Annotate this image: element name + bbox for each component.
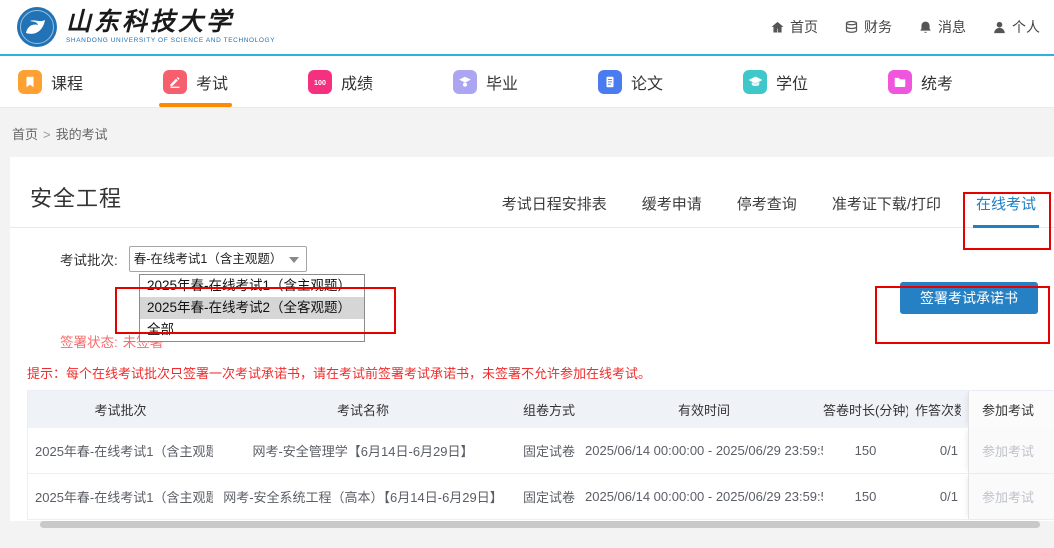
batch-filter-label: 考试批次: <box>60 249 118 269</box>
col-header-attempts: 作答次数 <box>915 400 961 419</box>
score-100-icon: 100 <box>308 70 332 94</box>
unified-exam-folder-icon <box>888 70 912 94</box>
col-header-valid-time: 有效时间 <box>585 400 823 419</box>
content-area: 首页 > 我的考试 安全工程 考试日程安排表 缓考申请 停考查询 准考证下载/打印 … <box>0 108 1054 548</box>
exam-pencil-icon <box>163 70 187 94</box>
cell-exam-name: 网考-安全系统工程（高本）【6月14日-6月29日】 <box>213 487 513 506</box>
col-header-batch: 考试批次 <box>28 400 213 419</box>
breadcrumb: 首页 > 我的考试 <box>0 108 1054 143</box>
bell-icon <box>918 20 933 35</box>
horizontal-scrollbar[interactable] <box>40 521 1040 528</box>
batch-option-2[interactable]: 2025年春-在线考试2（全客观题） <box>140 297 364 319</box>
degree-cap-icon <box>743 70 767 94</box>
breadcrumb-current: 我的考试 <box>56 127 108 142</box>
tab-unified-exam[interactable]: 统考 <box>888 56 1033 107</box>
cell-valid-time: 2025/06/14 00:00:00 - 2025/06/29 23:59:5… <box>585 489 823 504</box>
panel-header: 安全工程 考试日程安排表 缓考申请 停考查询 准考证下载/打印 在线考试 <box>10 157 1054 228</box>
nav-home-label: 首页 <box>790 17 818 37</box>
col-header-name: 考试名称 <box>213 400 513 419</box>
batch-option-all[interactable]: 全部 <box>140 319 364 341</box>
tab-graduation[interactable]: 毕业 <box>453 56 598 107</box>
tab-unified-exam-label: 统考 <box>921 70 953 94</box>
batch-select[interactable]: 春-在线考试1（含主观题） <box>129 246 307 272</box>
sign-commitment-button[interactable]: 签署考试承诺书 <box>900 282 1038 314</box>
nav-messages[interactable]: 消息 <box>918 17 966 37</box>
user-icon <box>992 20 1007 35</box>
sign-status-label: 签署状态: <box>60 335 118 350</box>
table-header-row: 考试批次 考试名称 组卷方式 有效时间 答卷时长(分钟) 作答次数 参加考试 <box>28 391 1054 428</box>
university-logo: 山东科技大学 SHANDONG UNIVERSITY OF SCIENCE AN… <box>16 6 275 48</box>
app-window: 山东科技大学 SHANDONG UNIVERSITY OF SCIENCE AN… <box>0 0 1054 548</box>
breadcrumb-home[interactable]: 首页 <box>12 127 38 142</box>
university-name-cn: 山东科技大学 <box>66 9 275 35</box>
nav-home[interactable]: 首页 <box>770 17 818 37</box>
nav-messages-label: 消息 <box>938 17 966 37</box>
nav-finance-label: 财务 <box>864 17 892 37</box>
tab-thesis[interactable]: 论文 <box>598 56 743 107</box>
col-header-method: 组卷方式 <box>513 400 585 419</box>
top-bar: 山东科技大学 SHANDONG UNIVERSITY OF SCIENCE AN… <box>0 0 1054 54</box>
cell-method: 固定试卷 <box>513 487 585 506</box>
tab-degree-label: 学位 <box>776 70 808 94</box>
subtab-suspended-exam[interactable]: 停考查询 <box>737 193 797 227</box>
svg-text:100: 100 <box>314 78 326 86</box>
col-header-action: 参加考试 <box>968 391 1054 428</box>
nav-profile-label: 个人 <box>1012 17 1040 37</box>
main-nav: 课程 考试 100 成绩 毕业 <box>0 56 1054 108</box>
nav-finance[interactable]: 财务 <box>844 17 892 37</box>
cell-batch: 2025年春-在线考试1（含主观题） <box>28 441 213 460</box>
tab-exams-label: 考试 <box>196 70 228 94</box>
subtab-admission-ticket[interactable]: 准考证下载/打印 <box>832 193 941 227</box>
hint-text: 提示：每个在线考试批次只签署一次考试承诺书，请在考试前签署考试承诺书，未签署不允… <box>27 363 651 382</box>
cell-duration: 150 <box>823 489 908 504</box>
university-emblem-icon <box>16 6 58 48</box>
cell-exam-name: 网考-安全管理学【6月14日-6月29日】 <box>213 441 513 460</box>
chevron-down-icon <box>289 257 299 263</box>
tab-exams[interactable]: 考试 <box>163 56 308 107</box>
cell-attempts: 0/1 <box>908 489 968 504</box>
thesis-paper-icon <box>598 70 622 94</box>
course-book-icon <box>18 70 42 94</box>
col-header-duration: 答卷时长(分钟) <box>823 400 908 419</box>
university-name-en: SHANDONG UNIVERSITY OF SCIENCE AND TECHN… <box>66 38 275 45</box>
home-icon <box>770 20 785 35</box>
finance-icon <box>844 20 859 35</box>
exam-subtabs: 考试日程安排表 缓考申请 停考查询 准考证下载/打印 在线考试 <box>502 193 1036 227</box>
table-row: 2025年春-在线考试1（含主观题） 网考-安全系统工程（高本）【6月14日-6… <box>28 474 1054 520</box>
tab-grades[interactable]: 100 成绩 <box>308 56 453 107</box>
tab-degree[interactable]: 学位 <box>743 56 888 107</box>
batch-select-value: 春-在线考试1（含主观题） <box>130 247 306 271</box>
breadcrumb-separator: > <box>43 127 51 142</box>
batch-option-1[interactable]: 2025年春-在线考试1（含主观题） <box>140 275 364 297</box>
tab-grades-label: 成绩 <box>341 70 373 94</box>
join-exam-link[interactable]: 参加考试 <box>982 487 1034 506</box>
nav-profile[interactable]: 个人 <box>992 17 1040 37</box>
tab-thesis-label: 论文 <box>631 70 663 94</box>
cell-method: 固定试卷 <box>513 441 585 460</box>
join-exam-link[interactable]: 参加考试 <box>982 441 1034 460</box>
batch-dropdown-list: 2025年春-在线考试1（含主观题） 2025年春-在线考试2（全客观题） 全部 <box>139 274 365 342</box>
tab-courses-label: 课程 <box>51 70 83 94</box>
subtab-exam-schedule[interactable]: 考试日程安排表 <box>502 193 607 227</box>
subtab-online-exam[interactable]: 在线考试 <box>976 193 1036 227</box>
page-title: 安全工程 <box>30 181 122 213</box>
batch-filter-row: 考试批次: 春-在线考试1（含主观题） <box>60 246 1054 272</box>
exam-table: 考试批次 考试名称 组卷方式 有效时间 答卷时长(分钟) 作答次数 参加考试 2… <box>27 390 1054 520</box>
subtab-deferred-exam[interactable]: 缓考申请 <box>642 193 702 227</box>
cell-attempts: 0/1 <box>908 443 968 458</box>
table-row: 2025年春-在线考试1（含主观题） 网考-安全管理学【6月14日-6月29日】… <box>28 428 1054 474</box>
cell-duration: 150 <box>823 443 908 458</box>
tab-courses[interactable]: 课程 <box>18 56 163 107</box>
cell-valid-time: 2025/06/14 00:00:00 - 2025/06/29 23:59:5… <box>585 443 823 458</box>
exam-panel: 安全工程 考试日程安排表 缓考申请 停考查询 准考证下载/打印 在线考试 考试批… <box>10 157 1054 521</box>
top-right-nav: 首页 财务 消息 个人 <box>770 17 1040 37</box>
tab-graduation-label: 毕业 <box>486 70 518 94</box>
cell-batch: 2025年春-在线考试1（含主观题） <box>28 487 213 506</box>
graduation-icon <box>453 70 477 94</box>
